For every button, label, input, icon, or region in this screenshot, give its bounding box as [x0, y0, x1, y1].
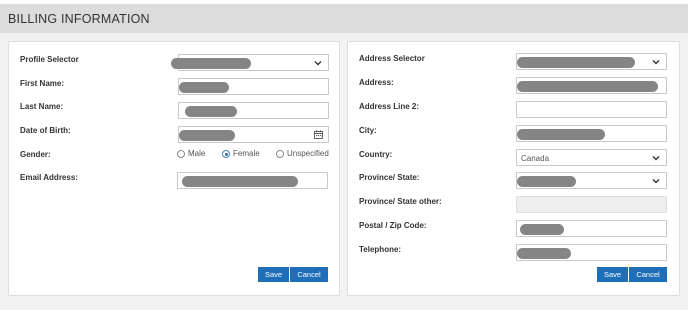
chevron-down-icon — [652, 156, 660, 161]
country-dropdown[interactable]: Canada — [516, 149, 667, 166]
redacted-value — [171, 58, 251, 69]
email-input[interactable] — [177, 172, 328, 189]
country-label: Country: — [359, 150, 393, 159]
gender-option-unspecified[interactable]: Unspecified — [287, 149, 329, 158]
redacted-value — [179, 82, 229, 93]
redacted-value — [182, 176, 298, 187]
personal-info-panel: Profile Selector First Name: Last Name: … — [8, 41, 340, 296]
gender-radio-unspecified[interactable] — [276, 150, 284, 158]
address-label: Address: — [359, 78, 394, 87]
address-line2-input[interactable] — [516, 101, 667, 118]
address-selector-dropdown[interactable] — [516, 53, 667, 70]
email-label: Email Address: — [20, 173, 78, 182]
redacted-value — [517, 129, 605, 140]
address-input[interactable] — [516, 77, 667, 94]
section-header: BILLING INFORMATION — [0, 4, 688, 33]
chevron-down-icon — [652, 179, 660, 184]
province-other-input[interactable] — [516, 196, 667, 213]
chevron-down-icon — [314, 61, 322, 66]
last-name-label: Last Name: — [20, 102, 64, 111]
telephone-input[interactable] — [516, 244, 667, 261]
redacted-value — [517, 176, 576, 187]
last-name-input[interactable] — [178, 102, 329, 119]
postal-code-input[interactable] — [516, 220, 667, 237]
profile-selector-label: Profile Selector — [20, 55, 79, 64]
redacted-value — [517, 81, 658, 92]
redacted-value — [185, 106, 237, 117]
gender-radio-male[interactable] — [177, 150, 185, 158]
first-name-label: First Name: — [20, 79, 65, 88]
gender-radio-female[interactable] — [222, 150, 230, 158]
country-value: Canada — [521, 154, 550, 163]
gender-label: Gender: — [20, 150, 51, 159]
profile-selector-dropdown[interactable] — [171, 54, 329, 71]
first-name-input[interactable] — [178, 78, 329, 95]
dob-label: Date of Birth: — [20, 126, 71, 135]
province-other-label: Province/ State other: — [359, 197, 442, 206]
gender-radio-group: Male Female Unspecified — [177, 149, 337, 161]
save-button[interactable]: Save — [258, 267, 289, 282]
address-line2-label: Address Line 2: — [359, 102, 420, 111]
province-dropdown[interactable] — [516, 172, 667, 189]
city-input[interactable] — [516, 125, 667, 142]
redacted-value — [517, 57, 635, 68]
address-selector-label: Address Selector — [359, 54, 425, 63]
page: BILLING INFORMATION Profile Selector Fir… — [0, 0, 688, 310]
gender-option-female[interactable]: Female — [233, 149, 260, 158]
postal-code-label: Postal / Zip Code: — [359, 221, 427, 230]
province-label: Province/ State: — [359, 173, 420, 182]
cancel-button[interactable]: Cancel — [290, 267, 328, 282]
redacted-value — [517, 248, 571, 259]
gender-option-male[interactable]: Male — [188, 149, 205, 158]
chevron-down-icon — [652, 60, 660, 65]
redacted-value — [520, 224, 564, 235]
page-title: BILLING INFORMATION — [8, 12, 150, 26]
dob-input[interactable] — [178, 126, 329, 143]
redacted-value — [179, 130, 235, 141]
telephone-label: Telephone: — [359, 245, 402, 254]
save-button[interactable]: Save — [597, 267, 628, 282]
cancel-button[interactable]: Cancel — [629, 267, 667, 282]
city-label: City: — [359, 126, 377, 135]
calendar-icon[interactable] — [314, 130, 323, 139]
